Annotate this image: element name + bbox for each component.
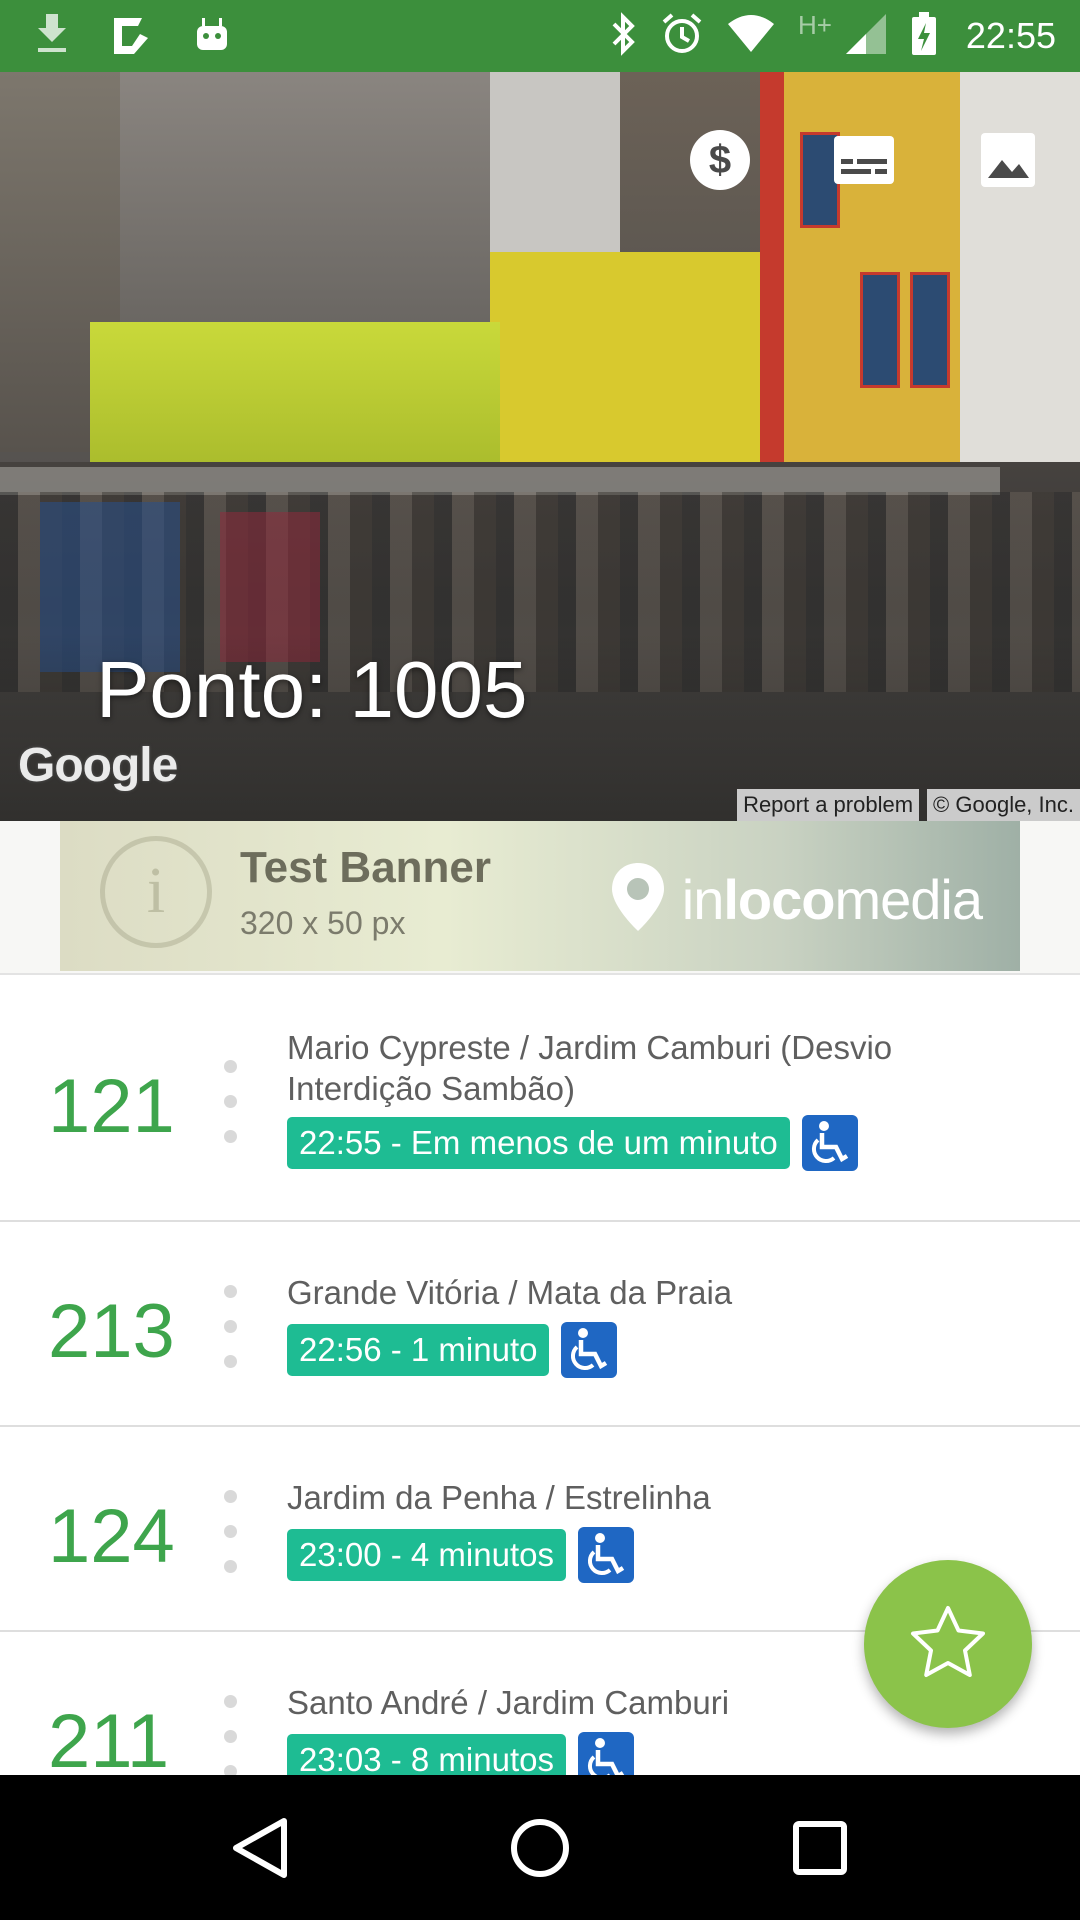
ad-banner-container: i Test Banner 320 x 50 px inlocomedia	[0, 821, 1080, 975]
alarm-icon	[660, 12, 704, 61]
route-destination: Jardim da Penha / Estrelinha	[287, 1479, 711, 1516]
wheelchair-accessible-icon	[801, 1115, 858, 1171]
play-store-icon	[112, 14, 152, 59]
route-destination: Mario Cypreste / Jardim Camburi (Desvio …	[287, 1029, 893, 1107]
battery-charging-icon	[910, 11, 938, 62]
home-button[interactable]	[495, 1803, 585, 1893]
street-photo-storefront	[90, 322, 500, 472]
eta-badge: 23:00 - 4 minutos	[287, 1529, 566, 1581]
route-number: 121	[48, 1064, 175, 1149]
clock: 22:55	[965, 15, 1056, 56]
more-options-icon[interactable]	[224, 1695, 238, 1775]
banner-title: Test Banner	[240, 843, 492, 892]
ad-banner[interactable]: i Test Banner 320 x 50 px inlocomedia	[60, 821, 1020, 971]
wheelchair-accessible-icon	[577, 1527, 634, 1583]
wheelchair-accessible-icon	[561, 1322, 618, 1378]
recents-button[interactable]	[775, 1803, 865, 1893]
bluetooth-icon	[610, 11, 638, 61]
route-destination: Grande Vitória / Mata da Praia	[287, 1274, 733, 1311]
eta-badge: 23:03 - 8 minutos	[287, 1734, 566, 1775]
back-button[interactable]	[215, 1803, 305, 1893]
status-bar: H+ 22:55	[0, 0, 1080, 72]
street-photo-building	[760, 72, 784, 472]
street-view-header[interactable]: $ Ponto: 1005 Google Report a problem © …	[0, 72, 1080, 821]
copyright-label: © Google, Inc.	[927, 789, 1080, 821]
map-attribution: Report a problem © Google, Inc.	[737, 789, 1080, 821]
network-type-label: H+	[797, 9, 832, 40]
street-photo-window	[860, 272, 900, 388]
svg-text:$: $	[709, 138, 731, 182]
navigation-bar	[0, 1775, 1080, 1920]
eta-badge: 22:56 - 1 minuto	[287, 1324, 550, 1376]
arrival-row[interactable]: 213 Grande Vitória / Mata da Praia 22:56…	[0, 1222, 1080, 1427]
street-photo-window	[910, 272, 950, 388]
street-photo-canopy	[0, 467, 1000, 495]
route-number: 211	[48, 1699, 170, 1775]
dollar-icon[interactable]: $	[686, 126, 754, 194]
more-options-icon[interactable]	[224, 1285, 238, 1390]
subtitles-icon[interactable]	[830, 126, 898, 194]
favorite-fab[interactable]	[864, 1560, 1032, 1728]
inlocomedia-logo: inlocomedia	[608, 861, 983, 938]
wheelchair-accessible-icon	[577, 1732, 634, 1775]
street-photo-building	[490, 252, 780, 472]
arrival-row[interactable]: 121 Mario Cypreste / Jardim Camburi (Des…	[0, 975, 1080, 1222]
banner-size: 320 x 50 px	[240, 905, 406, 941]
more-options-icon[interactable]	[224, 1490, 238, 1595]
route-number: 213	[48, 1289, 175, 1374]
star-icon	[908, 1604, 988, 1685]
android-icon	[194, 14, 230, 59]
report-problem-link[interactable]: Report a problem	[737, 789, 920, 821]
wifi-icon	[726, 14, 776, 59]
stop-title: Ponto: 1005	[96, 645, 528, 734]
image-icon[interactable]	[974, 126, 1042, 194]
more-options-icon[interactable]	[224, 1060, 238, 1165]
info-icon: i	[100, 836, 212, 948]
brand-name: inlocomedia	[681, 868, 983, 931]
eta-badge: 22:55 - Em menos de um minuto	[287, 1117, 790, 1169]
location-pin-icon	[608, 861, 668, 938]
route-number: 124	[48, 1494, 175, 1579]
google-logo: Google	[18, 739, 178, 792]
signal-icon	[844, 12, 888, 61]
download-icon	[34, 12, 70, 61]
